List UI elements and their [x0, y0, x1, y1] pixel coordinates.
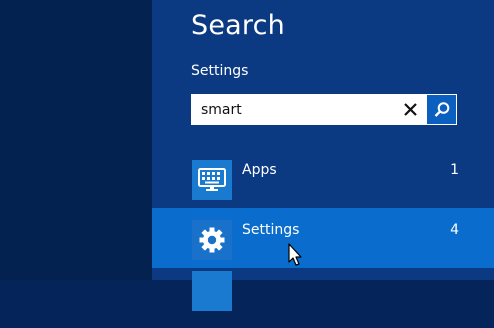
search-icon	[433, 101, 451, 119]
result-label: Apps	[242, 162, 277, 178]
result-count: 1	[450, 162, 459, 178]
search-box	[191, 94, 457, 125]
search-input[interactable]	[191, 94, 391, 125]
close-icon	[403, 102, 418, 117]
clear-search-button[interactable]	[397, 96, 424, 123]
result-icon-tile	[192, 160, 232, 200]
result-row-settings[interactable]: Settings 4	[152, 208, 494, 268]
start-screen-background	[0, 0, 152, 280]
result-icon-tile	[192, 271, 232, 311]
result-count: 4	[450, 222, 459, 238]
result-label: Settings	[242, 222, 300, 238]
search-charm-panel: Search Settings smart Apps 1 Settings 4	[152, 0, 494, 311]
result-row-partial[interactable]	[152, 268, 494, 328]
panel-title: Search	[191, 10, 285, 41]
gear-icon	[198, 226, 226, 254]
search-scope-label[interactable]: Settings	[191, 62, 248, 80]
keyboard-icon	[197, 167, 227, 193]
search-button[interactable]	[427, 95, 456, 124]
result-icon-tile	[192, 220, 232, 260]
result-row-apps[interactable]: Apps 1	[152, 148, 494, 208]
